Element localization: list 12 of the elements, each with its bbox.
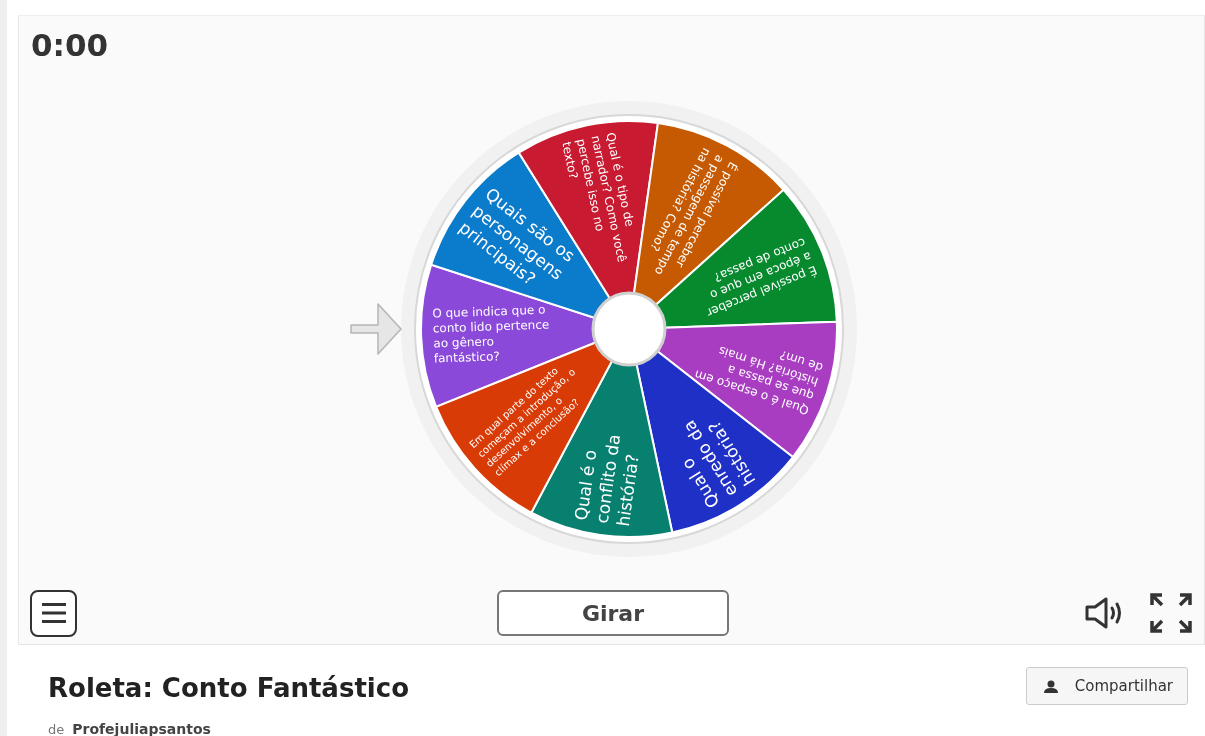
fullscreen-icon[interactable]	[1150, 593, 1192, 633]
person-icon	[1042, 679, 1059, 693]
timer: 0:00	[30, 26, 110, 65]
share-button[interactable]: Compartilhar	[1025, 667, 1188, 705]
author-prefix: de	[48, 720, 65, 736]
wheel-label: O que indica que o conto lido pertence ao gênero fantástico?	[432, 302, 550, 366]
menu-icon	[41, 602, 66, 624]
spin-button[interactable]: Girar	[497, 590, 729, 636]
pointer-arrow	[350, 303, 402, 355]
wheel-label: Qual é o conflito da história?	[570, 432, 643, 528]
activity-title: Roleta: Conto Fantástico	[48, 673, 409, 705]
menu-button[interactable]	[30, 589, 77, 637]
